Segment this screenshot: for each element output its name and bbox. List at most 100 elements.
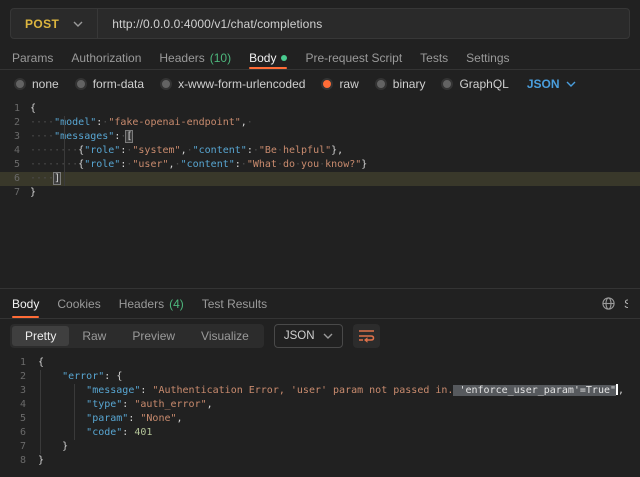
request-url-bar: POST http://0.0.0.0:4000/v1/chat/complet… [10,8,630,39]
body-type-row: none form-data x-www-form-urlencoded raw bin… [0,70,640,98]
body-type-x-www-form-urlencoded[interactable]: x-www-form-urlencoded [160,77,305,91]
code-content: ········{"role":·"user",·"content":·"Wha… [30,158,367,172]
code-token-key: "code" [86,427,122,438]
code-line: 2 "error": { [0,370,640,384]
code-token-ws [38,413,86,424]
view-preview[interactable]: Preview [119,326,188,346]
code-token-key: "content" [181,159,235,170]
wrap-text-button[interactable] [353,324,380,348]
code-line: 3 "message": "Authentication Error, 'use… [0,384,640,398]
line-number: 2 [0,370,38,384]
code-token-punc: , [177,413,183,424]
line-number: 4 [0,398,38,412]
tab-tests[interactable]: Tests [420,47,448,69]
view-visualize[interactable]: Visualize [188,326,262,346]
line-number: 6 [0,172,30,186]
response-tab-headers[interactable]: Headers(4) [119,289,184,318]
response-tabs: Body Cookies Headers(4) Test Results [12,289,285,318]
code-line: 2····"model":·"fake-openai-endpoint",· [0,116,640,130]
body-type-raw[interactable]: raw [321,77,358,91]
code-token-ws: ···· [30,131,54,142]
tab-settings[interactable]: Settings [466,47,509,69]
body-type-form-data[interactable]: form-data [75,77,144,91]
url-input[interactable]: http://0.0.0.0:4000/v1/chat/completions [98,17,336,31]
code-line: 6 "code": 401 [0,426,640,440]
line-number: 8 [0,454,38,468]
code-line: 7 } [0,440,640,454]
status-label-clipped: S [624,297,628,311]
tab-params[interactable]: Params [12,47,53,69]
code-token-ws [38,371,62,382]
tab-label: Tests [420,51,448,65]
code-token-key: "model" [54,117,96,128]
radio-label: raw [339,77,358,91]
body-type-none[interactable]: none [14,77,59,91]
method-select[interactable]: POST [11,9,97,38]
request-body-editor[interactable]: 1{2····"model":·"fake-openai-endpoint",·… [0,98,640,289]
code-token-key: "type" [86,399,122,410]
code-token-punc: { [38,357,44,368]
code-content: "error": { [38,370,122,384]
code-line: 7} [0,186,640,200]
tab-label: Cookies [57,297,100,311]
code-content: "param": "None", [38,412,183,426]
radio-label: GraphQL [459,77,508,91]
response-meta: S [601,289,628,318]
code-token-str: "Be·helpful" [259,145,331,156]
response-tab-cookies[interactable]: Cookies [57,289,100,318]
code-token-punc: { [116,371,122,382]
code-token-ws [38,385,86,396]
response-tab-test-results[interactable]: Test Results [202,289,267,318]
line-number: 6 [0,426,38,440]
code-token-sel: 'enforce_user_param'=True" [453,385,616,396]
tab-pre-request-script[interactable]: Pre-request Script [305,47,402,69]
tab-authorization[interactable]: Authorization [71,47,141,69]
code-token-punc: } [361,159,367,170]
code-content: ····] [30,172,60,186]
line-number: 7 [0,440,38,454]
view-pretty[interactable]: Pretty [12,326,69,346]
code-content: ········{"role":·"system",·"content":·"B… [30,144,343,158]
body-type-graphql[interactable]: GraphQL [441,77,508,91]
response-format-select[interactable]: JSON [274,324,343,348]
code-token-num: 401 [134,427,152,438]
radio-icon [160,78,172,90]
code-token-str: "fake-openai-endpoint" [108,117,240,128]
chevron-down-icon [73,21,83,27]
code-token-str: "What·do·you·know?" [247,159,361,170]
code-line: 4········{"role":·"system",·"content":·"… [0,144,640,158]
request-url-row: POST http://0.0.0.0:4000/v1/chat/complet… [0,0,640,47]
response-header: Body Cookies Headers(4) Test Results S [0,289,640,319]
line-number: 1 [0,356,38,370]
code-token-brk: ] [54,173,60,184]
code-token-ws: ········ [30,159,78,170]
code-content: "type": "auth_error", [38,398,213,412]
line-number: 4 [0,144,30,158]
request-format-select[interactable]: JSON [527,77,576,91]
code-token-ws [38,399,86,410]
code-token-str: "user" [132,159,168,170]
radio-icon [441,78,453,90]
line-number: 5 [0,412,38,426]
code-content: "message": "Authentication Error, 'user'… [38,384,624,398]
code-token-punc: } [62,441,68,452]
tab-label: Test Results [202,297,267,311]
code-line: 1{ [0,356,640,370]
radio-icon [75,78,87,90]
tab-body[interactable]: Body [249,47,287,69]
globe-icon[interactable] [601,296,616,311]
code-content: { [38,356,44,370]
tab-headers[interactable]: Headers(10) [159,47,231,69]
code-line: 5 "param": "None", [0,412,640,426]
code-token-ws [38,441,62,452]
code-token-punc: } [38,455,44,466]
view-raw[interactable]: Raw [69,326,119,346]
code-token-ws [38,427,86,438]
indent-guide [74,384,75,440]
line-number: 3 [0,130,30,144]
response-body-editor[interactable]: 1{2 "error": {3 "message": "Authenticati… [0,352,640,477]
response-tab-body[interactable]: Body [12,289,39,318]
code-token-key: "role" [84,145,120,156]
body-type-binary[interactable]: binary [375,77,426,91]
code-token-key: "role" [84,159,120,170]
